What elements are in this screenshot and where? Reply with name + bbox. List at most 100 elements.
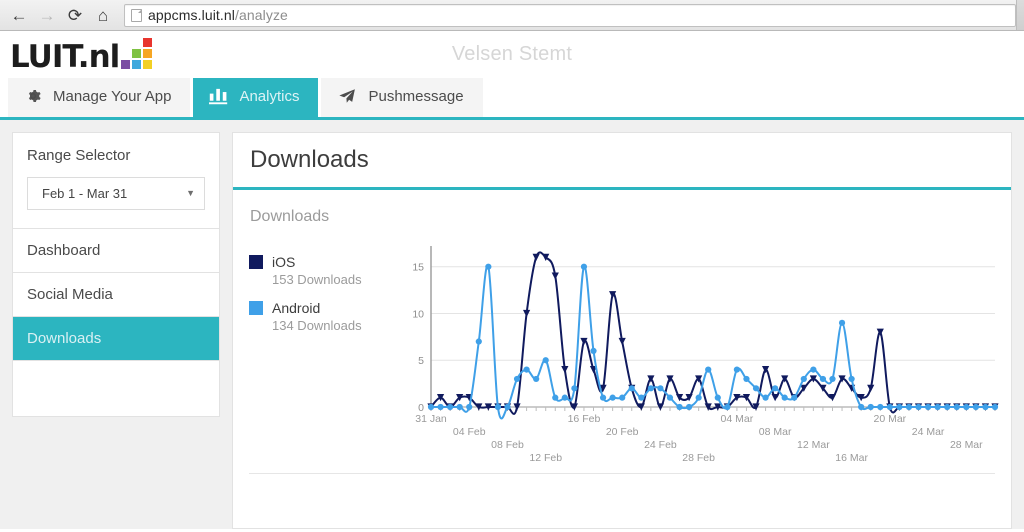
data-point [571,385,578,392]
y-axis-tick: 10 [412,308,424,320]
logo-block-6 [121,60,131,69]
data-point [456,403,463,411]
sidebar-item-label: Downloads [27,330,102,347]
data-point [666,394,674,401]
y-axis-tick: 5 [418,355,424,367]
legend-swatch-android [249,301,263,315]
data-point [466,403,473,411]
chart-block: iOS 153 Downloads Android 134 Downloads … [233,226,1011,465]
data-point [771,394,779,402]
sidebar-item-downloads[interactable]: Downloads [12,317,220,361]
data-point [810,366,817,373]
x-axis-tick-label: 31 Jan [415,413,447,425]
tab-analytics[interactable]: Analytics [193,75,319,117]
bar-chart-icon [209,88,228,105]
x-axis-tick-label: 28 Mar [950,439,983,451]
address-bar[interactable]: appcms.luit.nl/analyze [124,3,1016,27]
data-point [924,403,932,411]
main-tabs: Manage Your App Analytics Pushmessage [0,75,1024,120]
x-axis-tick-label: 08 Feb [491,439,524,451]
data-point [590,347,597,354]
data-point [772,385,779,392]
data-point [991,403,999,411]
panel-divider [249,473,995,474]
logo-wordmark: LUIT.nl [10,39,120,75]
url-text: appcms.luit.nl/analyze [148,7,288,23]
chart-legend: iOS 153 Downloads Android 134 Downloads [243,240,403,465]
data-point [513,375,521,383]
data-point [686,403,693,411]
reload-icon[interactable]: ⟳ [62,3,88,27]
data-point [523,366,530,373]
x-axis-tick-label: 16 Mar [835,452,868,464]
data-point [896,403,903,411]
sidebar-item-social-media[interactable]: Social Media [12,273,220,317]
data-point [762,394,769,401]
data-point [504,403,511,411]
data-point [838,319,846,326]
data-point [714,394,721,401]
data-point [733,366,740,373]
x-axis-tick-label: 04 Feb [453,426,486,438]
luit-logo[interactable]: LUIT.nl [10,38,153,75]
data-point [982,403,989,411]
data-point [647,385,654,392]
home-icon[interactable]: ⌂ [90,3,116,27]
x-axis-tick-label: 20 Mar [874,413,907,425]
data-point [619,394,626,401]
x-axis-tick-label: 08 Mar [759,426,792,438]
browser-chrome: ← → ⟳ ⌂ appcms.luit.nl/analyze [0,0,1024,31]
legend-item-ios[interactable]: iOS 153 Downloads [249,254,403,287]
range-selector-card: Range Selector Feb 1 - Mar 31 ▼ [12,132,220,229]
data-point [427,403,435,411]
logo-block-4 [132,49,142,58]
x-axis-tick-label: 20 Feb [606,426,639,438]
series-line [430,264,996,420]
data-point [437,403,444,411]
back-arrow-icon[interactable]: ← [6,3,32,27]
sidebar-filler [12,361,220,417]
x-axis-tick-label: 12 Feb [529,452,562,464]
logo-block-5 [143,49,153,58]
data-point [752,385,760,392]
data-point [743,375,750,383]
legend-total: 153 Downloads [272,272,362,287]
data-point [638,394,645,401]
data-point [724,403,731,411]
data-point [561,394,568,401]
legend-item-android[interactable]: Android 134 Downloads [249,300,403,333]
sidebar-item-dashboard[interactable]: Dashboard [12,229,220,273]
data-point [972,403,979,411]
range-select-value: Feb 1 - Mar 31 [42,186,128,201]
data-point [791,394,798,401]
tab-label: Manage Your App [53,87,172,105]
range-selector-title: Range Selector [27,147,131,164]
data-point [552,394,559,401]
data-point [657,385,664,392]
x-axis-tick-label: 28 Feb [682,452,715,464]
data-point [953,403,960,411]
data-point [628,385,635,392]
x-axis-tick-label: 24 Mar [912,426,945,438]
data-point [475,338,482,345]
tab-manage-your-app[interactable]: Manage Your App [8,75,191,117]
chart-svg: 05101531 Jan04 Feb08 Feb12 Feb16 Feb20 F… [412,246,999,464]
range-select-dropdown[interactable]: Feb 1 - Mar 31 ▼ [27,177,205,210]
data-point [542,357,549,364]
data-point [829,375,836,383]
logo-block-8 [143,60,153,69]
data-point [676,403,683,411]
data-point [848,375,855,383]
data-point [858,403,865,411]
data-point [609,394,616,401]
data-point [867,384,875,392]
series-android [427,263,999,420]
downloads-line-chart[interactable]: 0 5 10 15 31 Jan 04 Feb 08 Feb 12 Feb 16 Feb 20 F… [403,240,1011,465]
chevron-down-icon: ▼ [186,188,195,198]
x-axis-tick-label: 04 Mar [721,413,754,425]
tab-pushmessage[interactable]: Pushmessage [321,75,483,117]
tab-label: Analytics [239,87,300,105]
legend-total: 134 Downloads [272,318,362,333]
forward-arrow-icon[interactable]: → [34,3,60,27]
sidebar: Range Selector Feb 1 - Mar 31 ▼ Dashboar… [12,132,220,417]
